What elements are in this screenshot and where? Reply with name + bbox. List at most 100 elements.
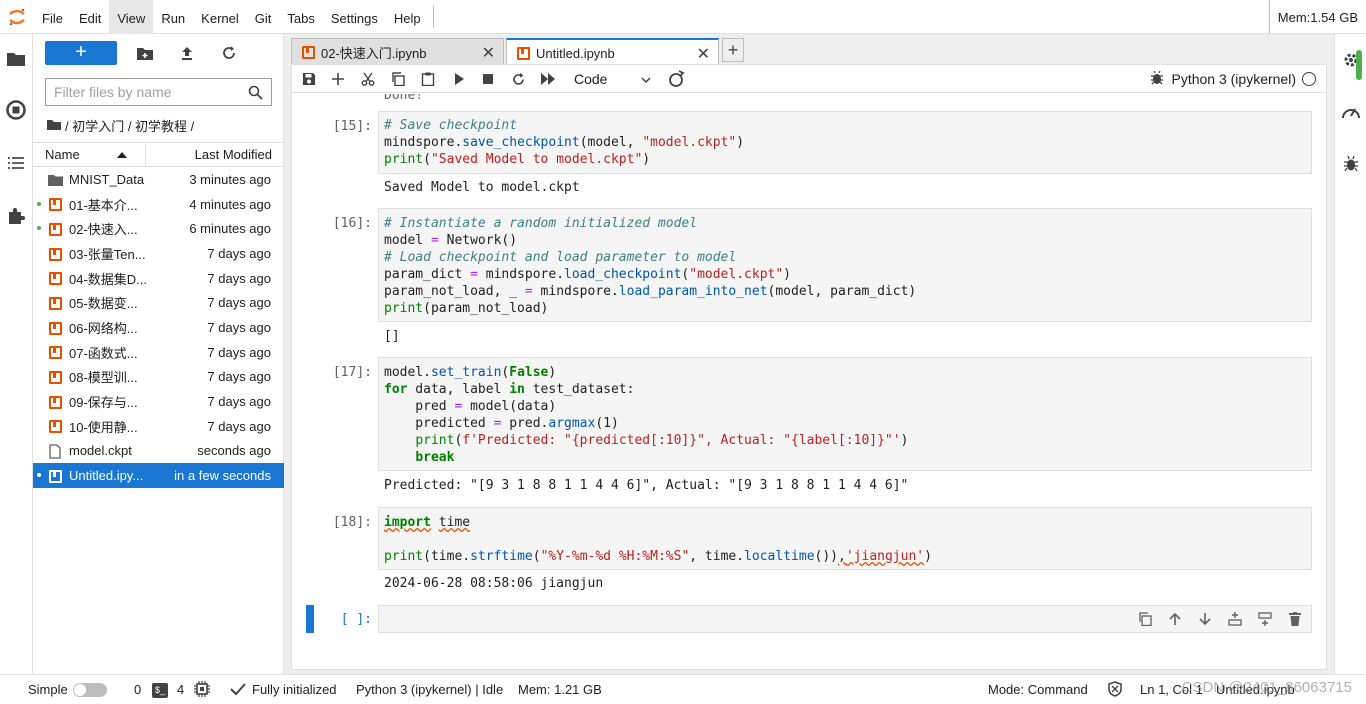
new-folder-icon[interactable] — [131, 41, 159, 65]
file-list-item[interactable]: MNIST_Data 3 minutes ago — [33, 167, 284, 192]
kernel-count[interactable]: 4 — [177, 682, 184, 697]
file-modified: 7 days ago — [207, 394, 271, 410]
code-line: print("Saved Model to model.ckpt") — [384, 152, 651, 167]
home-folder-icon[interactable] — [47, 118, 61, 133]
table-of-contents-icon[interactable] — [4, 151, 28, 175]
tab-02-quickstart[interactable]: 02-快速入门.ipynb ✕ — [291, 38, 504, 65]
column-header-name[interactable]: Name — [33, 142, 146, 167]
close-icon[interactable]: ✕ — [697, 44, 710, 64]
trust-shield-icon[interactable] — [1107, 681, 1123, 700]
restart-kernel-icon[interactable] — [508, 69, 528, 89]
file-list-item[interactable]: 06-网络构... 7 days ago — [33, 315, 284, 340]
menu-settings[interactable]: Settings — [323, 0, 386, 34]
file-name: 03-张量Ten... — [69, 246, 146, 262]
delete-cell-icon[interactable] — [1285, 609, 1305, 629]
insert-below-icon[interactable] — [1255, 609, 1275, 629]
running-sessions-icon[interactable] — [4, 98, 28, 122]
menu-view[interactable]: View — [109, 0, 154, 34]
refresh-icon[interactable] — [215, 41, 243, 65]
file-name: 09-保存与... — [69, 395, 138, 411]
file-modified: 7 days ago — [207, 369, 271, 385]
move-up-icon[interactable] — [1165, 609, 1185, 629]
file-name: model.ckpt — [69, 443, 132, 459]
git-diff-icon[interactable] — [666, 69, 686, 89]
memory-usage: Mem: 1.21 GB — [518, 682, 602, 697]
code-line: model.set_train(False) — [384, 365, 557, 380]
upload-icon[interactable] — [173, 41, 201, 65]
file-name: MNIST_Data — [69, 171, 145, 187]
file-name: 02-快速入... — [69, 222, 138, 238]
code-line: predicted = pred.argmax(1) — [384, 416, 619, 431]
menu-edit[interactable]: Edit — [71, 0, 109, 34]
cut-icon[interactable] — [358, 69, 378, 89]
file-list-item[interactable]: Untitled.ipy... in a few seconds — [33, 463, 284, 488]
debugger-bug-icon[interactable] — [1150, 70, 1164, 88]
file-list-item[interactable]: 08-模型训... 7 days ago — [33, 365, 284, 390]
cell-type-select[interactable]: Code — [574, 69, 652, 89]
debugger-icon[interactable] — [1339, 152, 1363, 176]
file-name: 06-网络构... — [69, 320, 138, 336]
file-list-item[interactable]: 10-使用静... 7 days ago — [33, 414, 284, 439]
menu-kernel[interactable]: Kernel — [193, 0, 247, 34]
resource-usage-gauge-icon[interactable] — [1339, 100, 1363, 124]
main-area: 02-快速入门.ipynb ✕ Untitled.ipynb ✕ + Code … — [284, 34, 1334, 674]
file-list-item[interactable]: 04-数据集D... 7 days ago — [33, 266, 284, 291]
add-tab-button[interactable]: + — [722, 38, 744, 62]
cell-output: Saved Model to model.ckpt — [384, 180, 580, 195]
duplicate-cell-icon[interactable] — [1135, 609, 1155, 629]
scrollbar-thumb[interactable] — [1356, 50, 1362, 80]
save-icon[interactable] — [299, 69, 319, 89]
folder-icon[interactable] — [4, 46, 28, 70]
terminal-count[interactable]: 0 — [134, 682, 141, 697]
tab-untitled[interactable]: Untitled.ipynb ✕ — [506, 38, 719, 66]
notebook-icon — [47, 295, 63, 311]
menu-help[interactable]: Help — [386, 0, 429, 34]
interrupt-kernel-icon[interactable] — [478, 69, 498, 89]
insert-above-icon[interactable] — [1225, 609, 1245, 629]
cell-output: Predicted: "[9 3 1 8 8 1 1 4 4 6]", Actu… — [384, 478, 909, 493]
run-cell-icon[interactable] — [449, 69, 469, 89]
notebook-icon — [302, 45, 315, 59]
breadcrumb-path[interactable]: / 初学入门 / 初学教程 / — [65, 116, 194, 135]
column-header-modified[interactable]: Last Modified — [146, 147, 284, 162]
file-modified: 7 days ago — [207, 344, 271, 360]
notebook-icon — [47, 370, 63, 386]
folder-icon — [47, 172, 63, 188]
tab-bar: 02-快速入门.ipynb ✕ Untitled.ipynb ✕ + — [284, 34, 1334, 66]
menu-tabs[interactable]: Tabs — [279, 0, 322, 34]
copy-icon[interactable] — [388, 69, 408, 89]
restart-run-all-icon[interactable] — [538, 69, 558, 89]
left-activity-bar — [0, 34, 33, 674]
file-name: 08-模型训... — [69, 370, 138, 386]
file-list-item[interactable]: 01-基本介... 4 minutes ago — [33, 192, 284, 217]
menu-file[interactable]: File — [34, 0, 71, 34]
file-list-item[interactable]: model.ckpt seconds ago — [33, 439, 284, 464]
move-down-icon[interactable] — [1195, 609, 1215, 629]
new-launcher-button[interactable]: + — [45, 41, 117, 65]
lsp-status[interactable]: Fully initialized — [252, 682, 337, 697]
status-bar: Simple 0 $_ 4 Fully initialized Python 3… — [0, 674, 1366, 704]
cell-output: 2024-06-28 08:58:06 jiangjun — [384, 576, 604, 591]
file-filter-search[interactable] — [45, 78, 272, 106]
kernel-status-text[interactable]: Python 3 (ipykernel) | Idle — [356, 682, 503, 697]
file-list-item[interactable]: 03-张量Ten... 7 days ago — [33, 241, 284, 266]
menu-run[interactable]: Run — [153, 0, 193, 34]
code-line: param_not_load, _ = mindspore.load_param… — [384, 284, 917, 299]
cell-type-value: Code — [574, 71, 608, 87]
kernel-name[interactable]: Python 3 (ipykernel) — [1171, 71, 1296, 87]
file-list-item[interactable]: 07-函数式... 7 days ago — [33, 340, 284, 365]
paste-icon[interactable] — [418, 69, 438, 89]
code-line: model = Network() — [384, 233, 518, 248]
file-list-item[interactable]: 05-数据变... 7 days ago — [33, 290, 284, 315]
file-list-item[interactable]: 02-快速入... 6 minutes ago — [33, 216, 284, 241]
simple-mode-toggle[interactable] — [73, 683, 107, 697]
code-line: # Save checkpoint — [384, 118, 518, 133]
insert-cell-icon[interactable] — [328, 69, 348, 89]
breadcrumb[interactable]: / 初学入门 / 初学教程 / — [47, 116, 194, 134]
menu-git[interactable]: Git — [247, 0, 280, 34]
extension-manager-icon[interactable] — [4, 204, 28, 228]
notebook-content[interactable]: Done! [15]: # Save checkpoint mindspore.… — [292, 94, 1326, 670]
close-icon[interactable]: ✕ — [482, 43, 495, 63]
file-list-item[interactable]: 09-保存与... 7 days ago — [33, 389, 284, 414]
file-filter-input[interactable] — [54, 84, 234, 100]
